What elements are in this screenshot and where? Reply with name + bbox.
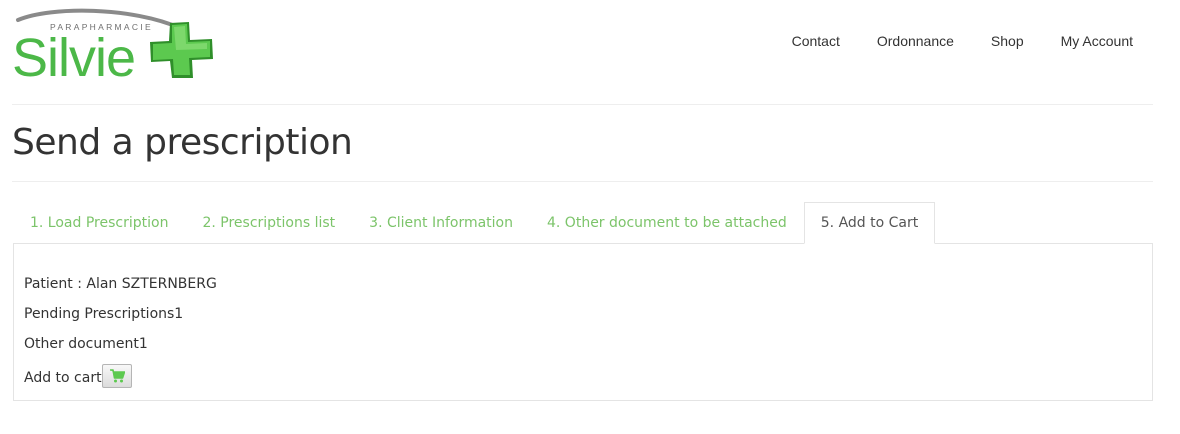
main-nav: Contact Ordonnance Shop My Account bbox=[792, 30, 1133, 52]
site-logo[interactable]: PARAPHARMACIE Silvie bbox=[12, 8, 214, 82]
logo-brand-name: Silvie bbox=[12, 28, 135, 82]
add-to-cart-label: Add to cart bbox=[24, 370, 102, 386]
prescription-steps-tabs: 1. Load Prescription 2. Prescriptions li… bbox=[13, 202, 936, 244]
title-divider bbox=[12, 181, 1153, 182]
add-to-cart-panel: Patient : Alan SZTERNBERG Pending Prescr… bbox=[13, 243, 1153, 401]
nav-contact[interactable]: Contact bbox=[792, 30, 840, 52]
tab-client-information[interactable]: 3. Client Information bbox=[352, 202, 530, 244]
nav-shop[interactable]: Shop bbox=[991, 30, 1024, 52]
pharmacy-cross-icon bbox=[150, 22, 213, 78]
tab-other-document[interactable]: 4. Other document to be attached bbox=[530, 202, 804, 244]
nav-ordonnance[interactable]: Ordonnance bbox=[877, 30, 954, 52]
patient-info: Patient : Alan SZTERNBERG bbox=[24, 276, 217, 292]
pending-prescriptions-count: Pending Prescriptions1 bbox=[24, 306, 184, 322]
tab-prescriptions-list[interactable]: 2. Prescriptions list bbox=[185, 202, 352, 244]
shopping-cart-icon bbox=[109, 369, 125, 383]
add-to-cart-button[interactable] bbox=[101, 364, 132, 388]
site-header: PARAPHARMACIE Silvie Contact Ordonnance … bbox=[0, 0, 1180, 104]
nav-my-account[interactable]: My Account bbox=[1061, 30, 1133, 52]
tab-load-prescription[interactable]: 1. Load Prescription bbox=[13, 202, 185, 244]
header-divider bbox=[12, 104, 1153, 105]
page-title: Send a prescription bbox=[12, 122, 353, 163]
logo-graphic: PARAPHARMACIE Silvie bbox=[12, 8, 213, 82]
tab-add-to-cart[interactable]: 5. Add to Cart bbox=[803, 202, 936, 244]
other-document-count: Other document1 bbox=[24, 336, 148, 352]
add-to-cart-row: Add to cart bbox=[24, 364, 132, 390]
